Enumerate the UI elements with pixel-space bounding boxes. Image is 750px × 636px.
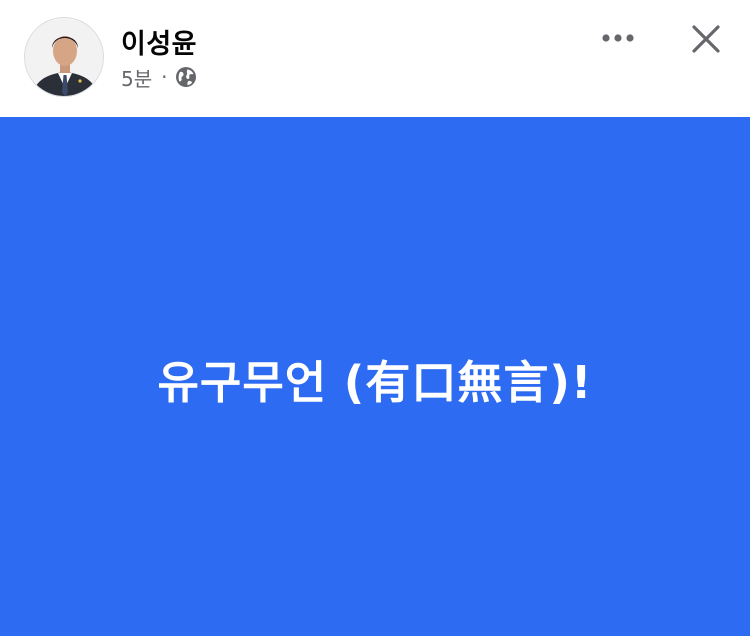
profile-photo <box>25 18 103 96</box>
post-text: 유구무언 (有口無言)! <box>157 356 593 409</box>
author-name[interactable]: 이성윤 <box>121 22 197 61</box>
more-options-button[interactable] <box>594 22 642 54</box>
text-post-card: 유구무언 (有口無言)! <box>0 117 750 636</box>
close-icon <box>692 25 720 53</box>
post-header: 이성윤 5분 · <box>0 0 750 117</box>
post-meta: 5분 · <box>121 62 197 92</box>
post-timestamp[interactable]: 5분 <box>121 63 152 92</box>
author-avatar[interactable] <box>24 17 104 97</box>
close-button[interactable] <box>683 16 729 62</box>
more-horizontal-icon <box>602 34 634 42</box>
globe-icon[interactable] <box>175 66 197 88</box>
meta-separator: · <box>161 65 168 89</box>
